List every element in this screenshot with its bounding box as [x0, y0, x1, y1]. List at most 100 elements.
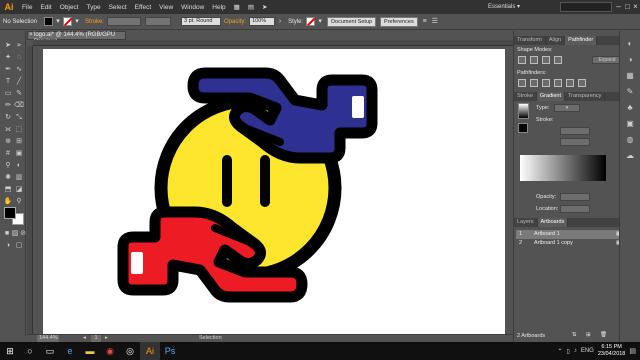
- zoom-level[interactable]: 144.4%: [37, 335, 59, 342]
- minus-front-icon[interactable]: [530, 56, 538, 64]
- rotate-tool-icon[interactable]: ↻: [3, 113, 13, 123]
- gradient-tool-icon[interactable]: ▣: [14, 149, 24, 159]
- document-setup-button[interactable]: Document Setup: [327, 16, 377, 27]
- trim-icon[interactable]: [530, 79, 538, 87]
- fill-color-box[interactable]: [4, 207, 16, 219]
- scale-tool-icon[interactable]: ⤡: [14, 113, 24, 123]
- minimize-button[interactable]: –: [614, 1, 623, 12]
- artboard-row[interactable]: 2 Artboard 1 copy ▦: [516, 239, 628, 248]
- pen-tool-icon[interactable]: ✒: [3, 65, 13, 75]
- gradient-preview-swatch[interactable]: [518, 103, 529, 119]
- delete-artboard-icon[interactable]: 🗑: [600, 332, 607, 338]
- edge-browser-icon[interactable]: e: [60, 342, 80, 360]
- curvature-tool-icon[interactable]: ∿: [14, 65, 24, 75]
- artboard-nav-prev-icon[interactable]: ◂: [83, 335, 86, 342]
- color-panel-icon[interactable]: ◐: [625, 39, 635, 49]
- eyedropper-icon[interactable]: ⚲: [3, 161, 13, 171]
- media-player-icon[interactable]: ◎: [120, 342, 140, 360]
- file-explorer-icon[interactable]: ▬: [80, 342, 100, 360]
- magic-wand-icon[interactable]: ✦: [3, 53, 13, 63]
- tab-transparency[interactable]: Transparency: [565, 92, 606, 101]
- chevron-right-icon[interactable]: ›: [275, 17, 285, 27]
- libraries-icon[interactable]: ☁: [625, 151, 635, 161]
- artboard-number[interactable]: 1: [91, 335, 101, 342]
- eraser-icon[interactable]: ⌫: [14, 101, 24, 111]
- graphic-style-swatch[interactable]: [306, 17, 316, 26]
- appearance-icon[interactable]: ◍: [625, 135, 635, 145]
- artboard-row[interactable]: 1 Artboard 1 ▦: [516, 230, 628, 239]
- gradient-angle-field[interactable]: [560, 127, 590, 135]
- menu-effect[interactable]: Effect: [131, 4, 156, 11]
- exclude-icon[interactable]: [554, 56, 562, 64]
- gradient-opacity-field[interactable]: [560, 193, 590, 201]
- type-tool-icon[interactable]: T: [3, 77, 13, 87]
- menu-object[interactable]: Object: [56, 4, 83, 11]
- graphic-styles-icon[interactable]: ▣: [625, 119, 635, 129]
- artboard-tool-icon[interactable]: ⬒: [3, 185, 13, 195]
- brushes-icon[interactable]: ✎: [625, 87, 635, 97]
- menu-type[interactable]: Type: [82, 4, 104, 11]
- symbol-sprayer-icon[interactable]: ✺: [3, 173, 13, 183]
- panel-menu-icon[interactable]: ☰: [430, 17, 440, 27]
- artboard-nav-next-icon[interactable]: ▸: [105, 335, 108, 342]
- menu-window[interactable]: Window: [177, 4, 208, 11]
- menu-file[interactable]: File: [18, 4, 36, 11]
- gradient-aspect-field[interactable]: [560, 138, 590, 146]
- perspective-grid-icon[interactable]: ⊞: [14, 137, 24, 147]
- variable-width-profile[interactable]: [145, 17, 172, 26]
- tray-up-icon[interactable]: ⌃: [557, 348, 562, 355]
- dropdown-icon[interactable]: ▾: [72, 17, 82, 27]
- illustrator-taskbar-icon[interactable]: Ai: [140, 342, 160, 360]
- notifications-icon[interactable]: ▤: [629, 347, 636, 355]
- chrome-icon[interactable]: ◉: [100, 342, 120, 360]
- task-view-icon[interactable]: ▭: [40, 342, 60, 360]
- pencil-icon[interactable]: ✏: [3, 101, 13, 111]
- symbols-icon[interactable]: ♣: [625, 103, 635, 113]
- dropdown-icon[interactable]: ▾: [53, 17, 63, 27]
- selection-tool-icon[interactable]: ➤: [3, 41, 13, 51]
- gradient-type-select[interactable]: ▾: [554, 104, 580, 112]
- arrange-artboards-icon[interactable]: ⇅: [572, 332, 577, 338]
- column-graph-icon[interactable]: ▥: [14, 173, 24, 183]
- tab-align[interactable]: Align: [546, 36, 566, 45]
- tab-stroke[interactable]: Stroke: [514, 92, 537, 101]
- dropdown-icon[interactable]: ▾: [315, 17, 325, 27]
- merge-icon[interactable]: [542, 79, 550, 87]
- slice-tool-icon[interactable]: ◪: [14, 185, 24, 195]
- stroke-weight-field[interactable]: [107, 17, 142, 26]
- hand-tool-icon[interactable]: ✋: [3, 197, 13, 207]
- menu-view[interactable]: View: [155, 4, 177, 11]
- shape-builder-icon[interactable]: ⊕: [3, 137, 13, 147]
- document-tab[interactable]: × logo.ai* @ 144.4% (RGB/GPU Preview): [27, 31, 126, 45]
- logo-artwork[interactable]: [90, 60, 410, 310]
- tab-artboards[interactable]: Artboards: [537, 218, 569, 227]
- align-icon[interactable]: ≡: [420, 17, 430, 27]
- volume-icon[interactable]: ♪: [574, 348, 577, 354]
- language-indicator[interactable]: ENG: [581, 348, 594, 354]
- mesh-tool-icon[interactable]: #: [3, 149, 13, 159]
- close-tab-icon[interactable]: ×: [29, 32, 33, 39]
- tab-pathfinder[interactable]: Pathfinder: [565, 36, 598, 45]
- search-input[interactable]: [560, 2, 612, 12]
- gradient-slider[interactable]: [520, 155, 606, 181]
- unite-icon[interactable]: [518, 56, 526, 64]
- search-icon[interactable]: ○: [20, 342, 40, 360]
- intersect-icon[interactable]: [542, 56, 550, 64]
- draw-mode-icon[interactable]: ◑: [3, 241, 13, 251]
- gradient-location-field[interactable]: [560, 205, 590, 213]
- windows-start-icon[interactable]: ⊞: [0, 342, 20, 360]
- color-guide-icon[interactable]: ◑: [625, 55, 635, 65]
- line-tool-icon[interactable]: ╱: [14, 77, 24, 87]
- zoom-tool-icon[interactable]: ⚲: [14, 197, 24, 207]
- tab-layers[interactable]: Layers: [514, 218, 538, 227]
- menu-edit[interactable]: Edit: [36, 4, 55, 11]
- preferences-button[interactable]: Preferences: [380, 16, 418, 27]
- bridge-icon[interactable]: ▦: [230, 3, 244, 11]
- width-tool-icon[interactable]: ⟗: [3, 125, 13, 135]
- new-artboard-icon[interactable]: ⊞: [586, 332, 591, 338]
- swatches-icon[interactable]: ▦: [625, 71, 635, 81]
- opacity-field[interactable]: 100%: [249, 17, 276, 26]
- blend-tool-icon[interactable]: ◐: [14, 161, 24, 171]
- arrange-icon[interactable]: ▤: [244, 3, 258, 11]
- opacity-link[interactable]: Opacity:: [221, 19, 249, 25]
